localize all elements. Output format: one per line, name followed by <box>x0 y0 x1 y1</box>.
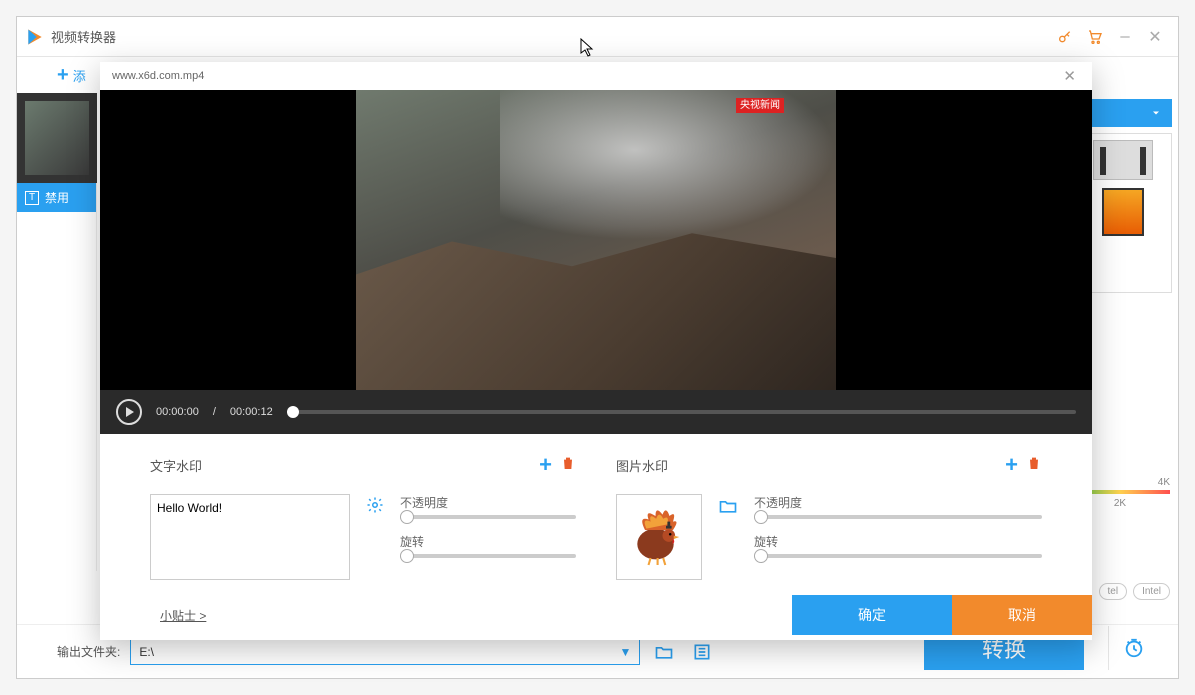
play-icon <box>126 407 134 417</box>
add-image-wm-button[interactable]: + <box>997 452 1026 478</box>
browse-image-button[interactable] <box>718 496 738 580</box>
text-rotate-label: 旋转 <box>400 533 576 550</box>
gear-icon <box>366 496 384 514</box>
app-title: 视频转换器 <box>51 27 116 46</box>
text-opacity-slider[interactable] <box>400 515 576 519</box>
plus-icon: + <box>57 64 69 87</box>
play-button[interactable] <box>116 399 142 425</box>
dialog-titlebar: www.x6d.com.mp4 ✕ <box>100 62 1092 90</box>
time-current: 00:00:00 <box>156 406 199 418</box>
output-folder-value: E:\ <box>139 645 154 659</box>
delete-text-wm-button[interactable] <box>560 455 576 476</box>
delete-image-wm-button[interactable] <box>1026 455 1042 476</box>
text-wm-input[interactable] <box>150 494 350 580</box>
dialog-title: www.x6d.com.mp4 <box>112 70 204 82</box>
text-wm-settings-button[interactable] <box>366 496 384 580</box>
turkey-icon <box>624 502 694 572</box>
text-opacity-label: 不透明度 <box>400 494 576 511</box>
clock-icon <box>1123 637 1145 659</box>
output-folder-label: 输出文件夹: <box>57 643 120 660</box>
watermark-panels: 文字水印 + 不透明度 旋转 <box>100 434 1092 590</box>
output-folder-select[interactable]: E:\ ▼ <box>130 639 640 665</box>
close-button[interactable]: ✕ <box>1140 22 1170 52</box>
thumbnail-icon <box>1093 140 1153 180</box>
watermark-dialog: www.x6d.com.mp4 ✕ 央视新闻 00:00:00 / 00:00:… <box>100 62 1092 640</box>
slider-knob[interactable] <box>754 510 768 524</box>
folder-icon <box>718 496 738 516</box>
key-icon[interactable] <box>1050 22 1080 52</box>
hw-chips: tel Intel <box>1099 583 1170 600</box>
tips-link[interactable]: 小贴士 > <box>160 607 206 624</box>
cart-icon[interactable] <box>1080 22 1110 52</box>
image-rotate-slider[interactable] <box>754 554 1042 558</box>
timeline-knob[interactable] <box>287 406 299 418</box>
chevron-down-icon: ▼ <box>619 645 631 659</box>
disable-label: 禁用 <box>45 189 69 206</box>
slider-knob[interactable] <box>754 549 768 563</box>
app-logo: 视频转换器 <box>25 27 116 47</box>
image-wm-title: 图片水印 <box>616 456 668 475</box>
chip: Intel <box>1133 583 1170 600</box>
add-file-button[interactable]: + 添 <box>57 64 86 87</box>
image-rotate-label: 旋转 <box>754 533 1042 550</box>
cancel-button[interactable]: 取消 <box>952 595 1092 635</box>
app-logo-icon <box>25 27 45 47</box>
disable-tab[interactable]: T 禁用 <box>17 183 96 212</box>
dialog-footer: 小贴士 > 确定 取消 <box>100 590 1092 640</box>
time-separator: / <box>213 406 216 418</box>
image-opacity-slider[interactable] <box>754 515 1042 519</box>
left-column: T 禁用 <box>17 93 97 571</box>
chevron-down-icon <box>1150 107 1162 119</box>
text-wm-title: 文字水印 <box>150 456 202 475</box>
text-icon: T <box>25 191 39 205</box>
slider-knob[interactable] <box>400 549 414 563</box>
image-wm-preview[interactable] <box>616 494 702 580</box>
text-rotate-slider[interactable] <box>400 554 576 558</box>
chip: tel <box>1099 583 1128 600</box>
video-thumbnail[interactable] <box>17 93 97 183</box>
add-text-wm-button[interactable]: + <box>531 452 560 478</box>
time-total: 00:00:12 <box>230 406 273 418</box>
list-button[interactable] <box>688 638 716 666</box>
add-file-label: 添 <box>73 66 86 85</box>
dialog-close-button[interactable]: ✕ <box>1059 67 1080 85</box>
image-opacity-label: 不透明度 <box>754 494 1042 511</box>
slider-knob[interactable] <box>400 510 414 524</box>
text-watermark-panel: 文字水印 + 不透明度 旋转 <box>150 452 576 590</box>
minimize-button[interactable] <box>1110 22 1140 52</box>
res-high-label: 4K <box>1158 477 1170 488</box>
image-watermark-panel: 图片水印 + <box>616 452 1042 590</box>
titlebar: 视频转换器 ✕ <box>17 17 1178 57</box>
schedule-button[interactable] <box>1108 626 1158 670</box>
film-icon <box>1102 188 1144 236</box>
timeline-slider[interactable] <box>287 410 1076 414</box>
video-frame: 央视新闻 <box>356 90 836 390</box>
ok-button[interactable]: 确定 <box>792 595 952 635</box>
cctv-badge: 央视新闻 <box>736 98 784 113</box>
open-folder-button[interactable] <box>650 638 678 666</box>
video-preview: 央视新闻 <box>100 90 1092 390</box>
video-controls: 00:00:00 / 00:00:12 <box>100 390 1092 434</box>
